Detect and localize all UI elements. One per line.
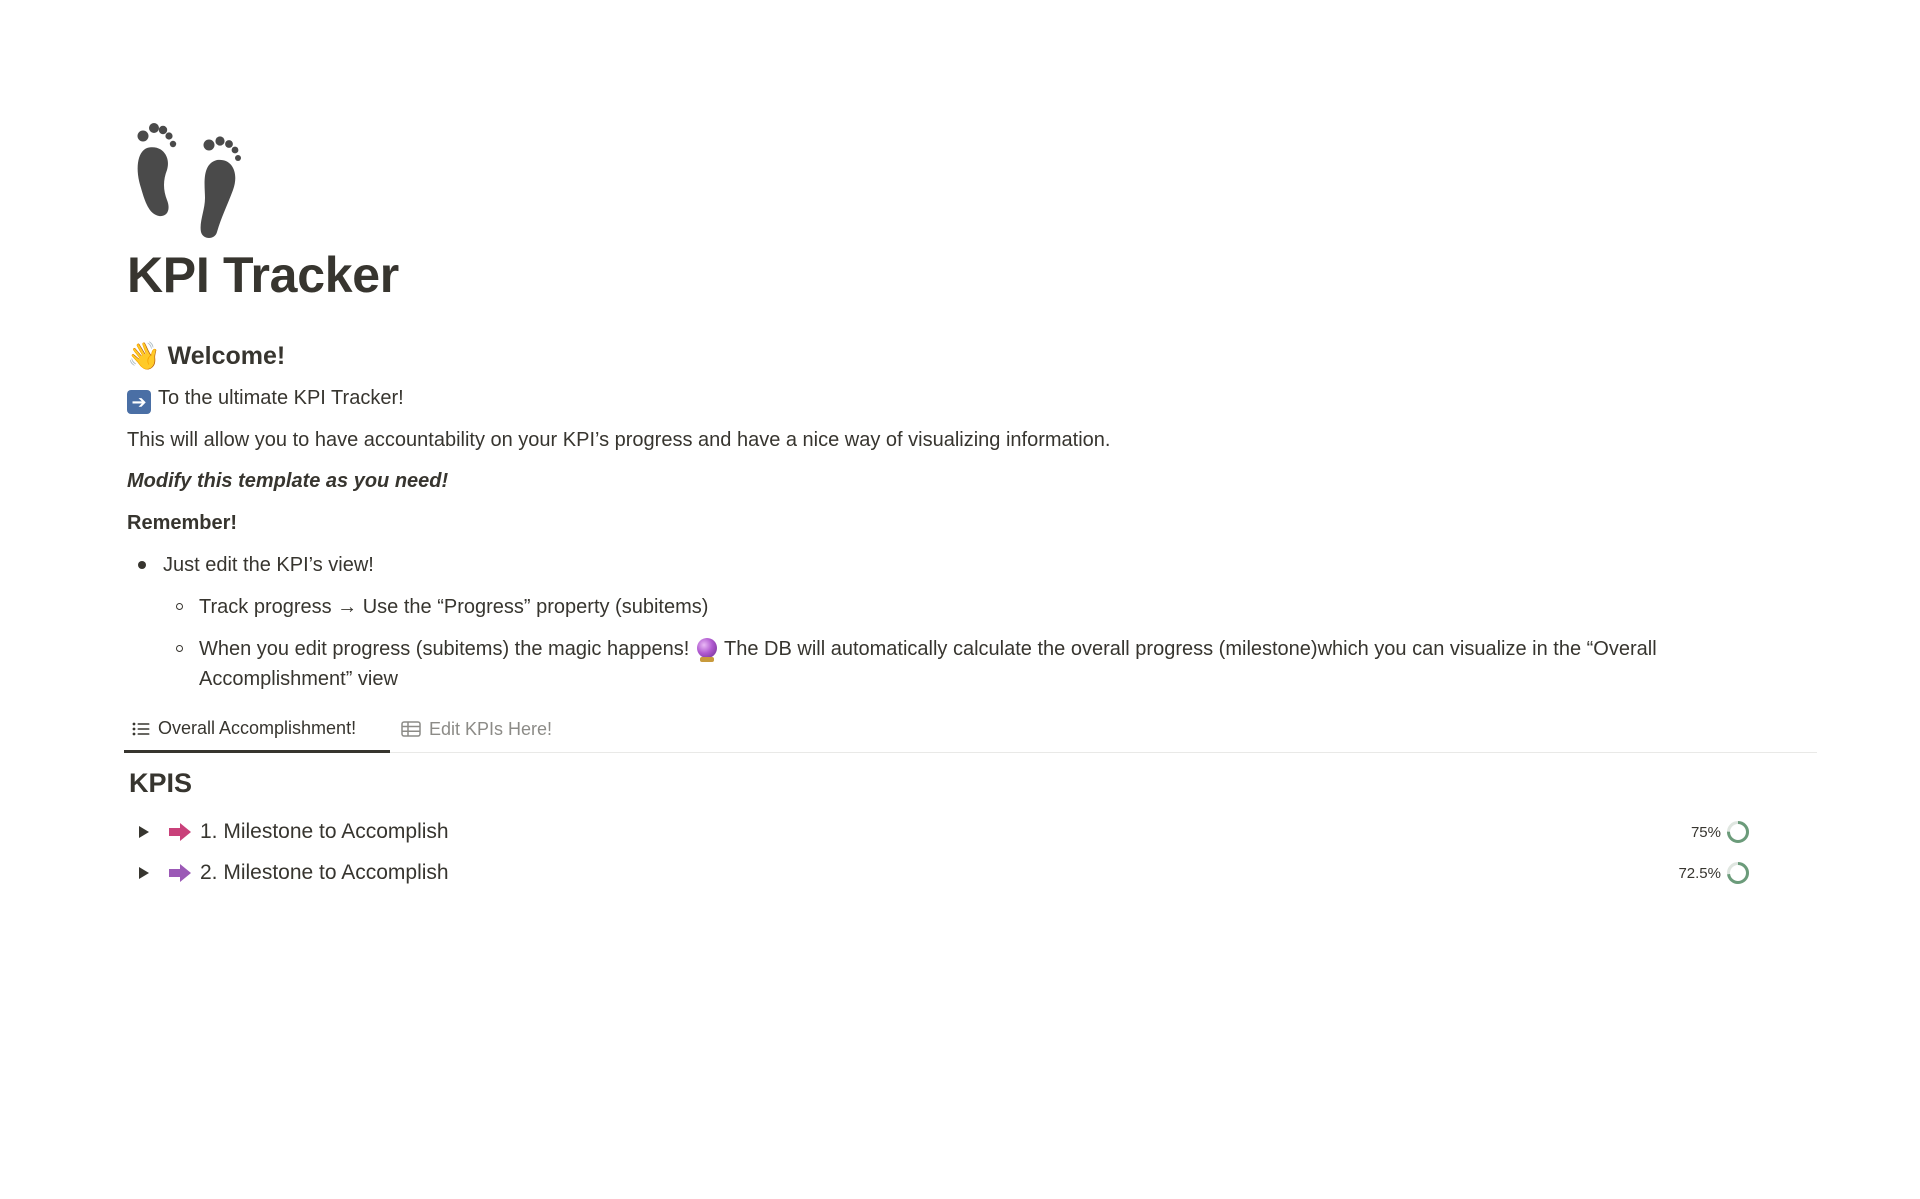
right-arrow-icon: ➔ [127, 390, 151, 414]
tab-label: Overall Accomplishment! [158, 718, 357, 738]
crystal-ball-icon [696, 638, 717, 662]
waving-hand-icon: 👋 [127, 340, 161, 371]
table-icon [401, 721, 421, 737]
page-title[interactable]: KPI Tracker [127, 244, 399, 306]
modify-note[interactable]: Modify this template as you need! [127, 466, 448, 496]
row-title[interactable]: 2. Milestone to Accomplish [200, 861, 449, 885]
progress-ring [1727, 821, 1749, 843]
progress-percent: 72.5% [1678, 864, 1721, 882]
bullet-marker [138, 561, 146, 569]
right-arrow-icon [169, 823, 191, 841]
list-icon [132, 721, 150, 737]
welcome-heading[interactable]: 👋 Welcome! [127, 338, 285, 374]
sub-bullet-item[interactable]: Track progress → Use the “Progress” prop… [199, 592, 708, 622]
database-title[interactable]: KPIS [129, 765, 192, 801]
sub-bullet-item[interactable]: When you edit progress (subitems) the ma… [199, 634, 1779, 694]
progress-ring [1727, 862, 1749, 884]
right-arrow-icon [169, 864, 191, 882]
sub-bullet-text-part1: When you edit progress (subitems) the ma… [199, 638, 690, 660]
sub-bullet-marker [176, 645, 183, 652]
welcome-heading-text: Welcome! [167, 342, 286, 370]
intro-line[interactable]: ➔ To the ultimate KPI Tracker! [127, 383, 404, 414]
row-title[interactable]: 1. Milestone to Accomplish [200, 820, 449, 844]
tab-label: Edit KPIs Here! [429, 718, 553, 739]
tab-overall-accomplishment[interactable]: Overall Accomplishment! [124, 707, 390, 753]
list-item[interactable]: 1. Milestone to Accomplish 75% [127, 812, 1817, 852]
footprints-icon[interactable] [129, 118, 247, 238]
progress-percent: 75% [1690, 823, 1721, 841]
toggle-triangle-icon[interactable] [139, 826, 149, 838]
view-tabs: Overall Accomplishment! Edit KPIs Here! [124, 707, 1817, 753]
description-text[interactable]: This will allow you to have accountabili… [127, 425, 1110, 455]
tab-edit-kpis[interactable]: Edit KPIs Here! [393, 707, 560, 751]
list-item[interactable]: 2. Milestone to Accomplish 72.5% [127, 853, 1817, 893]
toggle-triangle-icon[interactable] [139, 867, 149, 879]
intro-text: To the ultimate KPI Tracker! [158, 387, 404, 409]
sub-bullet-marker [176, 603, 183, 610]
bullet-item[interactable]: Just edit the KPI’s view! [163, 550, 374, 580]
remember-label[interactable]: Remember! [127, 508, 237, 538]
